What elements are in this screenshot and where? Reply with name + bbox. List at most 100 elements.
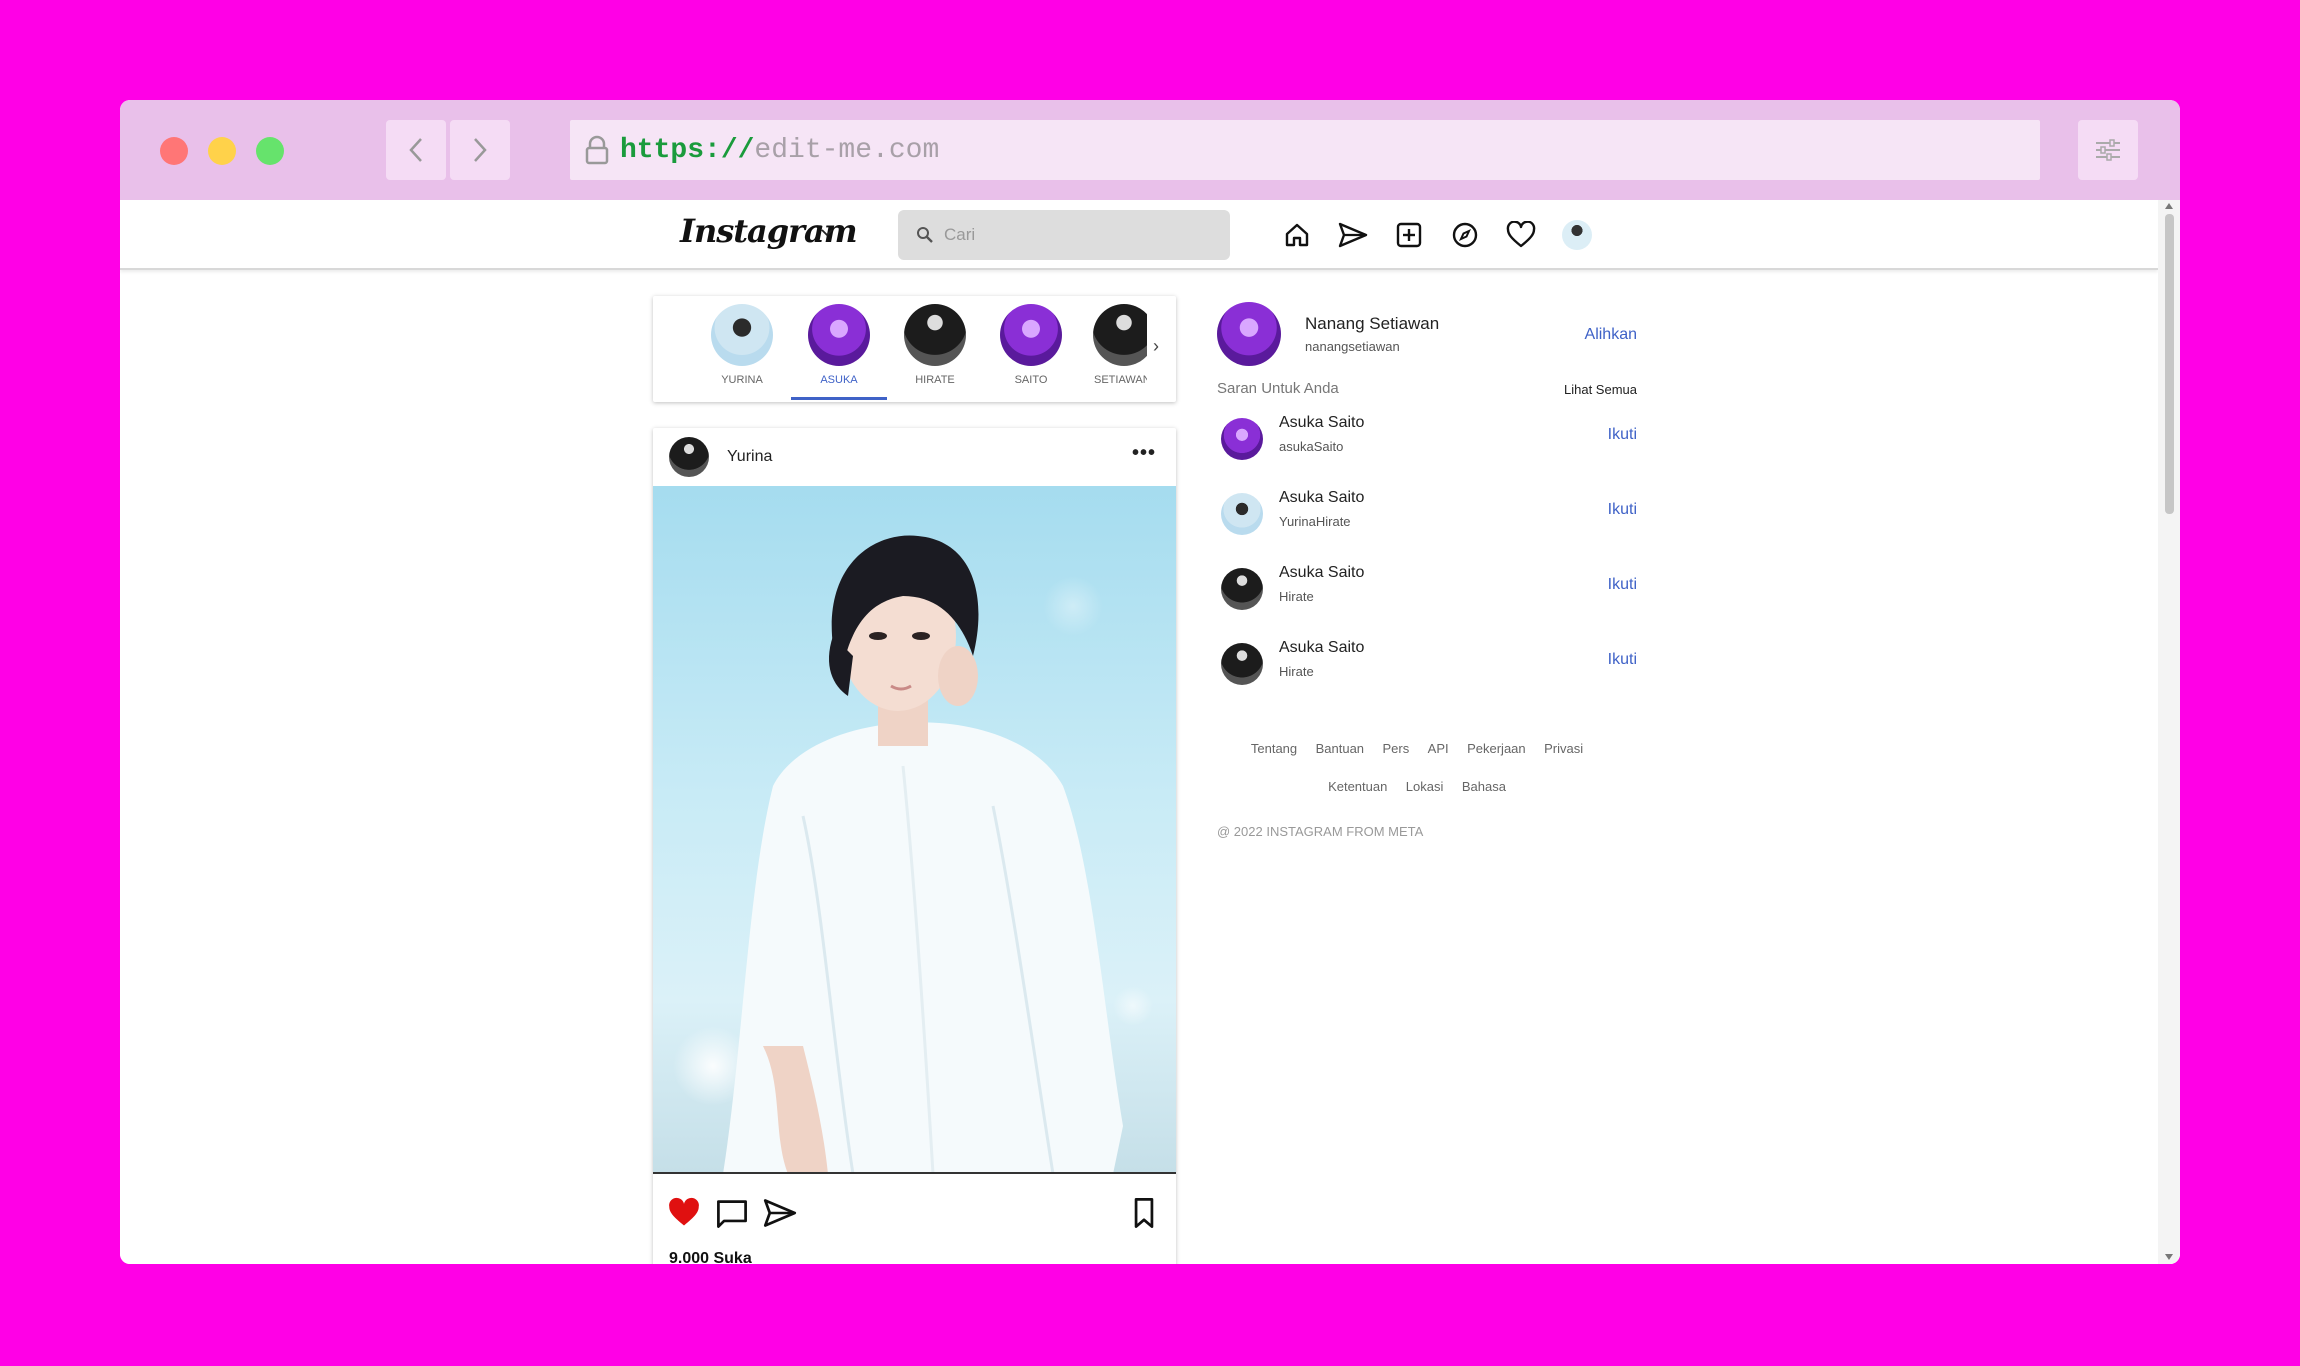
- suggestion-avatar[interactable]: [1221, 418, 1263, 460]
- suggestion-name[interactable]: Asuka Saito: [1279, 639, 1364, 657]
- story-avatar: [711, 304, 773, 366]
- story-avatar: [808, 304, 870, 366]
- story-setiawan[interactable]: SETIAWAN: [1089, 304, 1147, 386]
- footer-link-bantuan[interactable]: Bantuan: [1316, 741, 1364, 756]
- switch-account-link[interactable]: Alihkan: [1585, 326, 1637, 344]
- suggestion-item: Asuka Saito YurinaHirate Ikuti: [1217, 479, 1637, 554]
- post-author-avatar[interactable]: [669, 437, 709, 477]
- scroll-thumb[interactable]: [2165, 214, 2174, 514]
- suggestion-avatar[interactable]: [1221, 568, 1263, 610]
- current-user: Nanang Setiawan nanangsetiawan Alihkan: [1217, 296, 1637, 366]
- url-scheme: https://: [620, 134, 755, 166]
- chevron-left-icon: [409, 138, 422, 162]
- footer-links: Tentang Bantuan Pers API Pekerjaan Priva…: [1217, 730, 1617, 806]
- settings-button[interactable]: [2078, 120, 2138, 180]
- profile-avatar[interactable]: [1560, 218, 1594, 252]
- suggestion-item: Asuka Saito Hirate Ikuti: [1217, 554, 1637, 629]
- suggestion-avatar[interactable]: [1221, 493, 1263, 535]
- suggestion-handle: Hirate: [1279, 589, 1314, 604]
- follow-button[interactable]: Ikuti: [1608, 576, 1637, 594]
- see-all-link[interactable]: Lihat Semua: [1564, 382, 1637, 397]
- explore-icon[interactable]: [1448, 218, 1482, 252]
- home-icon[interactable]: [1280, 218, 1314, 252]
- story-name: SAITO: [1014, 374, 1048, 386]
- story-avatar: [1093, 304, 1147, 366]
- back-button[interactable]: [386, 120, 446, 180]
- story-yurina[interactable]: YURINA: [707, 304, 777, 386]
- close-window-button[interactable]: [160, 137, 188, 165]
- footer-link-bahasa[interactable]: Bahasa: [1462, 779, 1506, 794]
- header-nav: [1280, 218, 1594, 252]
- scroll-down-arrow[interactable]: [2165, 1254, 2173, 1260]
- add-post-icon[interactable]: [1392, 218, 1426, 252]
- maximize-window-button[interactable]: [256, 137, 284, 165]
- more-options-icon[interactable]: •••: [1132, 442, 1156, 465]
- stories-bar: YURINA ASUKA HIRATE SAITO SETIAWAN ›: [653, 296, 1176, 402]
- footer-link-pekerjaan[interactable]: Pekerjaan: [1467, 741, 1526, 756]
- address-bar[interactable]: https:// edit-me.com: [570, 120, 2040, 180]
- suggestion-handle: Hirate: [1279, 664, 1314, 679]
- story-hirate[interactable]: HIRATE: [900, 304, 970, 386]
- url-host: edit-me.com: [754, 134, 940, 166]
- page-scrollbar[interactable]: [2158, 200, 2180, 1264]
- post-author-name[interactable]: Yurina: [727, 448, 772, 466]
- suggestions-header: Saran Untuk Anda Lihat Semua: [1217, 380, 1637, 404]
- feed-post: Yurina ••• 9.000 Suka: [653, 428, 1176, 1264]
- post-actions: [653, 1174, 1176, 1250]
- minimize-window-button[interactable]: [208, 137, 236, 165]
- suggestion-name[interactable]: Asuka Saito: [1279, 489, 1364, 507]
- suggestions-title: Saran Untuk Anda: [1217, 380, 1339, 397]
- share-icon[interactable]: [763, 1196, 797, 1230]
- footer-link-api[interactable]: API: [1428, 741, 1449, 756]
- lock-icon: [585, 135, 609, 165]
- search-icon: [917, 227, 933, 243]
- copyright: @ 2022 INSTAGRAM FROM META: [1217, 824, 1424, 839]
- portrait-photo: [673, 535, 1153, 1172]
- sidebar: Nanang Setiawan nanangsetiawan Alihkan S…: [1217, 296, 1637, 839]
- search-box[interactable]: [898, 210, 1230, 260]
- post-image[interactable]: [653, 486, 1176, 1174]
- follow-button[interactable]: Ikuti: [1608, 426, 1637, 444]
- follow-button[interactable]: Ikuti: [1608, 651, 1637, 669]
- browser-window: https:// edit-me.com Instagram Cari YURI…: [120, 100, 2180, 1264]
- follow-button[interactable]: Ikuti: [1608, 501, 1637, 519]
- story-asuka[interactable]: ASUKA: [804, 304, 874, 386]
- active-story-indicator: [791, 397, 887, 400]
- suggestion-handle: YurinaHirate: [1279, 514, 1351, 529]
- browser-toolbar: https:// edit-me.com: [120, 100, 2180, 200]
- current-user-handle: nanangsetiawan: [1305, 339, 1400, 354]
- current-user-avatar[interactable]: [1217, 302, 1281, 366]
- footer-link-lokasi[interactable]: Lokasi: [1406, 779, 1444, 794]
- footer-link-privasi[interactable]: Privasi: [1544, 741, 1583, 756]
- footer-link-pers[interactable]: Pers: [1382, 741, 1409, 756]
- suggestion-item: Asuka Saito Hirate Ikuti: [1217, 629, 1637, 704]
- sliders-icon: [2096, 139, 2120, 161]
- scroll-up-arrow[interactable]: [2165, 203, 2173, 209]
- search-input[interactable]: [944, 225, 1204, 245]
- forward-button[interactable]: [450, 120, 510, 180]
- story-avatar: [904, 304, 966, 366]
- suggestion-item: Asuka Saito asukaSaito Ikuti: [1217, 404, 1637, 479]
- story-name: YURINA: [721, 374, 763, 386]
- like-heart-icon[interactable]: [667, 1196, 701, 1230]
- footer-link-ketentuan[interactable]: Ketentuan: [1328, 779, 1387, 794]
- chevron-down-icon[interactable]: [820, 228, 834, 238]
- suggestion-name[interactable]: Asuka Saito: [1279, 414, 1364, 432]
- story-name: ASUKA: [820, 374, 858, 386]
- heart-icon[interactable]: [1504, 218, 1538, 252]
- story-name: HIRATE: [915, 374, 955, 386]
- current-user-name[interactable]: Nanang Setiawan: [1305, 314, 1439, 334]
- chevron-right-icon: [474, 138, 487, 162]
- likes-count[interactable]: 9.000 Suka: [669, 1250, 752, 1264]
- comment-icon[interactable]: [715, 1196, 749, 1230]
- story-avatar: [1000, 304, 1062, 366]
- suggestion-name[interactable]: Asuka Saito: [1279, 564, 1364, 582]
- page-viewport: Instagram Cari YURINA ASUKA HIRATE SAITO…: [120, 200, 2180, 1264]
- footer-link-tentang[interactable]: Tentang: [1251, 741, 1297, 756]
- suggestion-avatar[interactable]: [1221, 643, 1263, 685]
- instagram-header: Instagram: [120, 200, 2158, 270]
- bookmark-icon[interactable]: [1127, 1196, 1161, 1230]
- story-saito[interactable]: SAITO: [996, 304, 1066, 386]
- chevron-right-icon[interactable]: ›: [1153, 336, 1159, 357]
- send-icon[interactable]: [1336, 218, 1370, 252]
